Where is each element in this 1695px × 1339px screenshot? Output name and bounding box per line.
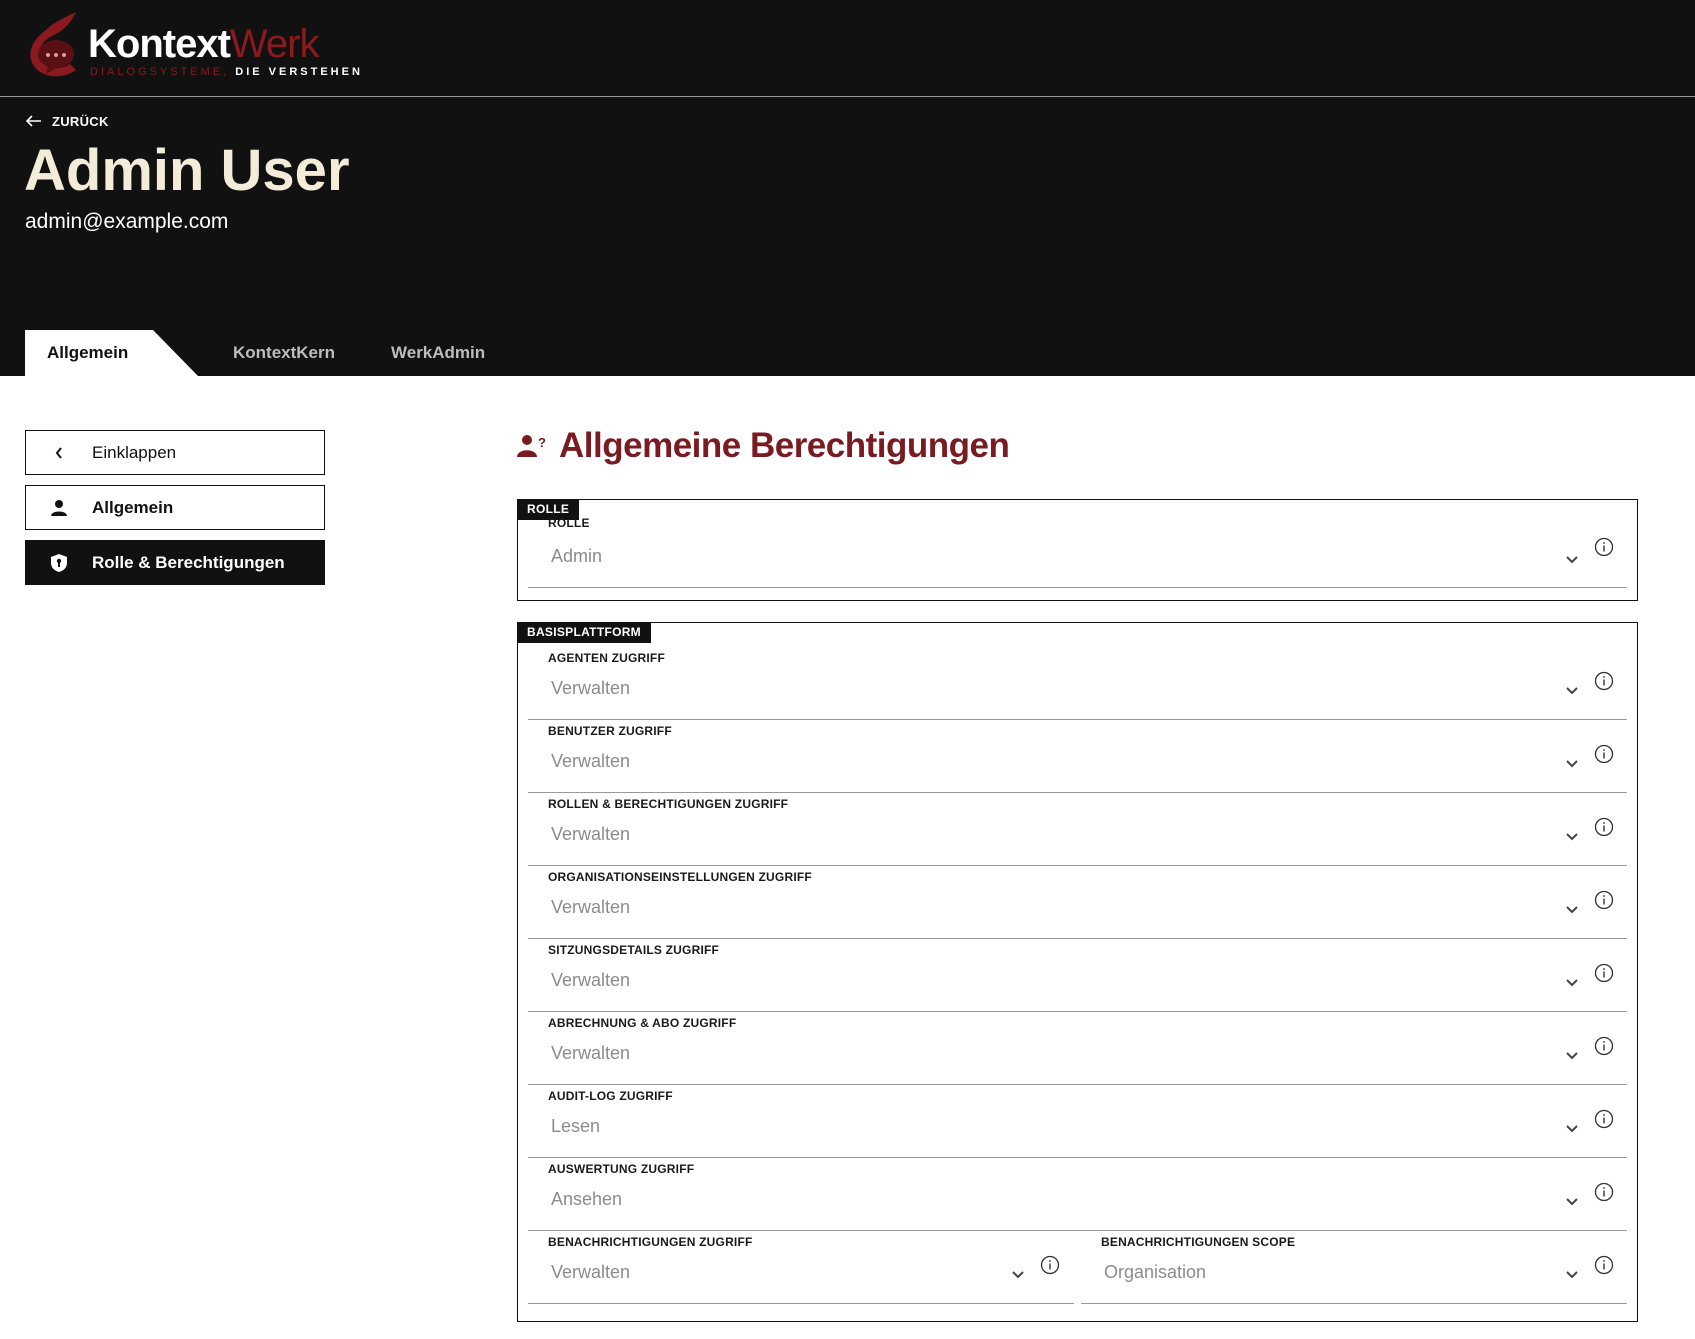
chevron-down-icon[interactable] [1564, 977, 1580, 989]
brand-wordmark: KontextWerk [88, 20, 319, 68]
brand-word-part1: Kontext [88, 22, 231, 66]
field-value[interactable]: Ansehen [551, 1189, 622, 1210]
brand-tagline: DIALOGSYSTEME, DIE VERSTEHEN [90, 66, 363, 78]
field-label: ROLLEN & BERECHTIGUNGEN ZUGRIFF [548, 797, 789, 811]
tab-werkadmin[interactable]: WerkAdmin [391, 330, 485, 376]
sidebar-item-allgemein[interactable]: Allgemein [25, 485, 325, 530]
info-icon[interactable] [1594, 1255, 1614, 1275]
chevron-down-icon[interactable] [1564, 758, 1580, 770]
info-icon[interactable] [1594, 963, 1614, 983]
info-icon[interactable] [1040, 1255, 1060, 1275]
field-label: AUSWERTUNG ZUGRIFF [548, 1162, 695, 1176]
chevron-down-icon[interactable] [1564, 1196, 1580, 1208]
chevron-down-icon[interactable] [1564, 1050, 1580, 1062]
chevron-down-icon[interactable] [1564, 685, 1580, 697]
user-email: admin@example.com [25, 210, 229, 233]
page-header: KontextWerk DIALOGSYSTEME, DIE VERSTEHEN… [0, 0, 1695, 376]
field-label: BENUTZER ZUGRIFF [548, 724, 672, 738]
person-icon [51, 499, 67, 516]
chevron-down-icon[interactable] [1564, 1269, 1580, 1281]
field-value[interactable]: Lesen [551, 1116, 600, 1137]
section-title: Allgemeine Berechtigungen [559, 426, 1010, 465]
info-icon[interactable] [1594, 817, 1614, 837]
role-select[interactable]: ROLLE Admin [528, 514, 1627, 588]
field-value[interactable]: Verwalten [551, 751, 630, 772]
field-label: ROLLE [548, 516, 590, 530]
field-value[interactable]: Verwalten [551, 970, 630, 991]
info-icon[interactable] [1594, 1036, 1614, 1056]
chevron-down-icon[interactable] [1564, 904, 1580, 916]
sidebar-item-label: Allgemein [92, 497, 174, 517]
field-value[interactable]: Verwalten [551, 1043, 630, 1064]
back-link-label: ZURÜCK [52, 113, 109, 129]
shield-icon [51, 553, 67, 572]
top-bar: KontextWerk DIALOGSYSTEME, DIE VERSTEHEN [0, 0, 1695, 97]
benutzer-zugriff-select[interactable]: BENUTZER ZUGRIFF Verwalten [528, 720, 1627, 793]
info-icon[interactable] [1594, 1182, 1614, 1202]
chevron-left-icon [55, 446, 62, 459]
agenten-zugriff-select[interactable]: AGENTEN ZUGRIFF Verwalten [528, 647, 1627, 720]
chevron-down-icon[interactable] [1564, 831, 1580, 843]
info-icon[interactable] [1594, 671, 1614, 691]
sidebar-item-label: Rolle & Berechtigungen [92, 552, 285, 572]
field-label: AGENTEN ZUGRIFF [548, 651, 665, 665]
chevron-down-icon[interactable] [1564, 1123, 1580, 1135]
platform-group: BASISPLATTFORM AGENTEN ZUGRIFF Verwalten… [517, 622, 1638, 1322]
arrow-left-icon [26, 115, 41, 127]
field-value[interactable]: Verwalten [551, 897, 630, 918]
chevron-down-icon[interactable] [1010, 1269, 1026, 1281]
group-tag: BASISPLATTFORM [517, 622, 651, 643]
field-label: BENACHRICHTIGUNGEN SCOPE [1101, 1235, 1296, 1249]
field-value[interactable]: Organisation [1104, 1262, 1206, 1283]
brand-logo[interactable]: KontextWerk DIALOGSYSTEME, DIE VERSTEHEN [24, 8, 360, 84]
chevron-down-icon[interactable] [1564, 554, 1580, 566]
collapse-button-label: Einklappen [92, 442, 177, 462]
field-label: AUDIT-LOG ZUGRIFF [548, 1089, 673, 1103]
info-icon[interactable] [1594, 890, 1614, 910]
svg-text:?: ? [538, 435, 546, 450]
brand-tagline-part2: DIE VERSTEHEN [235, 66, 363, 78]
field-value[interactable]: Verwalten [551, 678, 630, 699]
field-label: SITZUNGSDETAILS ZUGRIFF [548, 943, 720, 957]
organisationseinstellungen-zugriff-select[interactable]: ORGANISATIONSEINSTELLUNGEN ZUGRIFF Verwa… [528, 866, 1627, 939]
info-icon[interactable] [1594, 744, 1614, 764]
back-link[interactable]: ZURÜCK [26, 110, 109, 132]
info-icon[interactable] [1594, 537, 1614, 557]
auswertung-zugriff-select[interactable]: AUSWERTUNG ZUGRIFF Ansehen [528, 1158, 1627, 1231]
field-value[interactable]: Verwalten [551, 824, 630, 845]
collapse-button[interactable]: Einklappen [25, 430, 325, 475]
field-label: BENACHRICHTIGUNGEN ZUGRIFF [548, 1235, 753, 1249]
field-label: ABRECHNUNG & ABO ZUGRIFF [548, 1016, 737, 1030]
tab-allgemein[interactable]: Allgemein [25, 330, 198, 376]
field-label: ORGANISATIONSEINSTELLUNGEN ZUGRIFF [548, 870, 812, 884]
person-question-icon: ? [517, 435, 546, 457]
role-group: ROLLE ROLLE Admin [517, 499, 1638, 601]
brand-word-part2: Werk [229, 22, 320, 66]
audit-log-zugriff-select[interactable]: AUDIT-LOG ZUGRIFF Lesen [528, 1085, 1627, 1158]
page-title: Admin User [24, 138, 350, 203]
brand-tagline-part1: DIALOGSYSTEME, [90, 66, 230, 78]
abrechnung-abo-zugriff-select[interactable]: ABRECHNUNG & ABO ZUGRIFF Verwalten [528, 1012, 1627, 1085]
benachrichtigungen-zugriff-select[interactable]: BENACHRICHTIGUNGEN ZUGRIFF Verwalten [528, 1231, 1074, 1304]
benachrichtigungen-scope-select[interactable]: BENACHRICHTIGUNGEN SCOPE Organisation [1081, 1231, 1627, 1304]
sitzungsdetails-zugriff-select[interactable]: SITZUNGSDETAILS ZUGRIFF Verwalten [528, 939, 1627, 1012]
tab-kontextkern[interactable]: KontextKern [233, 330, 335, 376]
sidebar-item-rolle-berechtigungen[interactable]: Rolle & Berechtigungen [25, 540, 325, 585]
brand-logo-mark-icon [30, 12, 76, 77]
field-value[interactable]: Verwalten [551, 1262, 630, 1283]
rollen-berechtigungen-zugriff-select[interactable]: ROLLEN & BERECHTIGUNGEN ZUGRIFF Verwalte… [528, 793, 1627, 866]
section-heading: ? Allgemeine Berechtigungen [517, 426, 1010, 466]
field-value[interactable]: Admin [551, 546, 602, 567]
info-icon[interactable] [1594, 1109, 1614, 1129]
